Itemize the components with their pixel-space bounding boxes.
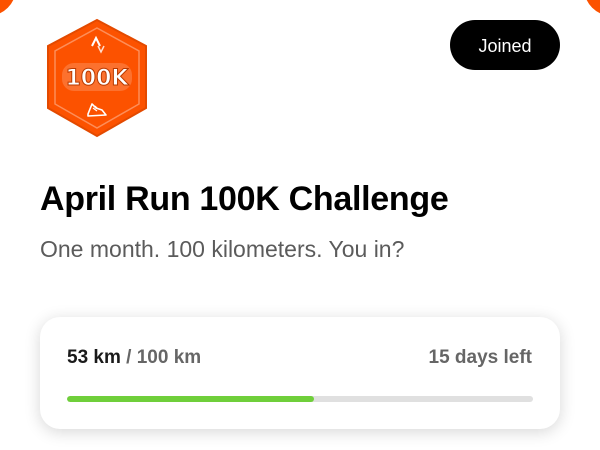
badge-hexagon-icon: 100K — [47, 18, 147, 138]
progress-goal: 100 km — [136, 347, 202, 368]
progress-bar-fill — [67, 396, 314, 402]
progress-current: 53 km — [67, 347, 121, 368]
challenge-badge: 100K — [38, 16, 156, 140]
challenge-screen: 100K Joined April Run 100K Challenge One… — [0, 0, 600, 450]
challenge-card: 100K Joined April Run 100K Challenge One… — [0, 0, 600, 450]
challenge-subtitle: One month. 100 kilometers. You in? — [40, 236, 405, 262]
days-left: 15 days left — [428, 347, 533, 368]
joined-button[interactable]: Joined — [450, 20, 560, 70]
progress-summary: 53 km / 100 km — [67, 347, 201, 369]
progress-separator: / — [126, 347, 132, 368]
challenge-title: April Run 100K Challenge — [40, 180, 449, 218]
badge-label: 100K — [66, 66, 130, 91]
progress-bar — [67, 396, 533, 402]
progress-card: 53 km / 100 km 15 days left — [40, 317, 560, 429]
